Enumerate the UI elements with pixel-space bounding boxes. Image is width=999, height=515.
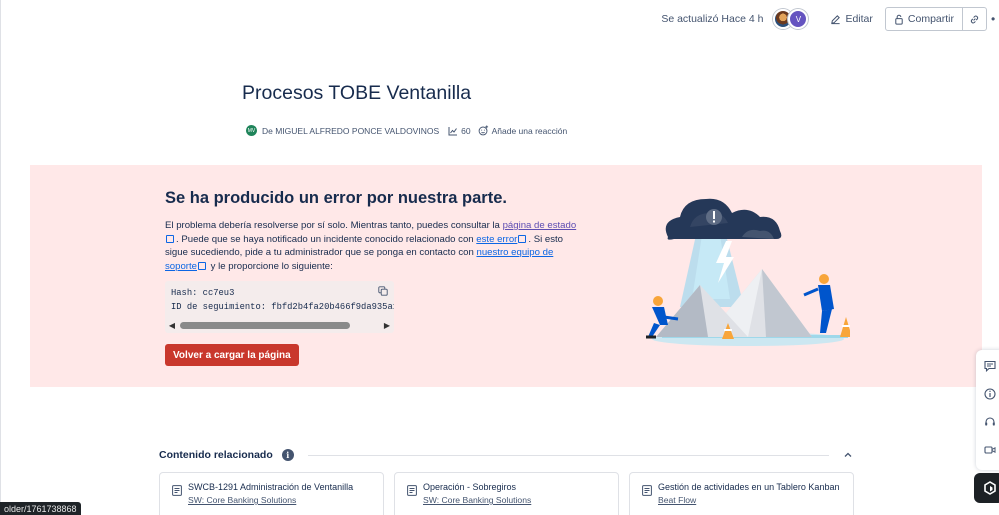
reload-page-button[interactable]: Volver a cargar la página: [165, 344, 299, 366]
add-reaction-button[interactable]: Añade una reacción: [478, 125, 568, 136]
error-illustration: [646, 198, 850, 346]
error-title: Se ha producido un error por nuestra par…: [165, 189, 507, 207]
error-text-4: y le proporcione lo siguiente:: [208, 260, 333, 272]
share-button[interactable]: Compartir: [886, 8, 962, 30]
rovo-icon: [984, 481, 996, 495]
add-reaction-label: Añade una reacción: [491, 125, 568, 136]
trace-id-line: ID de seguimiento: fbfd2b4fa20b466f9da93…: [171, 301, 394, 312]
page-icon: [172, 485, 182, 496]
related-card-space[interactable]: SW: Core Banking Solutions: [423, 495, 531, 505]
scroll-right-icon[interactable]: ▶: [382, 321, 392, 330]
scroll-track[interactable]: [177, 322, 382, 329]
analytics-icon: [448, 126, 458, 135]
copy-link-button[interactable]: [963, 8, 986, 30]
related-card-space[interactable]: SW: Core Banking Solutions: [188, 495, 296, 505]
error-details-code: Hash: cc7eu3 ID de seguimiento: fbfd2b4f…: [165, 281, 394, 333]
byline: MV De MIGUEL ALFREDO PONCE VALDOVINOS 60…: [246, 125, 567, 136]
side-toolbar: [976, 350, 999, 470]
last-updated-text: Se actualizó Hace 4 h: [661, 13, 764, 25]
more-actions-icon[interactable]: •: [991, 12, 999, 26]
related-content-header: Contenido relacionado i: [159, 446, 853, 464]
this-error-link[interactable]: este error: [476, 234, 517, 245]
share-label: Compartir: [907, 13, 954, 25]
scroll-left-icon[interactable]: ◀: [167, 321, 177, 330]
link-icon: [970, 15, 979, 23]
related-divider: [307, 454, 829, 456]
related-card-title[interactable]: Operación - Sobregiros: [423, 482, 516, 492]
views-number: 60: [461, 125, 471, 136]
external-link-icon: [198, 261, 206, 270]
error-panel: Se ha producido un error por nuestra par…: [30, 165, 982, 387]
author-text[interactable]: De MIGUEL ALFREDO PONCE VALDOVINOS: [262, 126, 439, 136]
page-icon: [642, 485, 652, 496]
emoji-add-icon: [478, 125, 488, 136]
link-preview-url: older/1761738868: [0, 502, 81, 515]
rovo-chat-button[interactable]: [974, 473, 999, 503]
code-lines: Hash: cc7eu3 ID de seguimiento: fbfd2b4f…: [171, 287, 394, 314]
error-message: El problema debería resolverse por sí so…: [165, 219, 580, 273]
views-count[interactable]: 60: [448, 125, 471, 136]
avatar-v[interactable]: V: [788, 9, 809, 29]
error-text-2: . Puede que se haya notificado un incide…: [176, 233, 477, 245]
contributors-avatars[interactable]: V: [773, 9, 809, 29]
external-link-icon: [166, 234, 174, 243]
page-title: Procesos TOBE Ventanilla: [242, 82, 472, 104]
related-card[interactable]: SWCB-1291 Administración de Ventanilla S…: [159, 472, 384, 515]
lock-icon: [895, 14, 903, 25]
headset-icon[interactable]: [984, 416, 996, 428]
info-icon[interactable]: i: [281, 449, 294, 461]
info-circle-icon[interactable]: [984, 388, 996, 400]
error-text-1: El problema debería resolverse por sí so…: [165, 220, 503, 231]
horizontal-scrollbar[interactable]: ◀ ▶: [167, 321, 392, 330]
comment-icon[interactable]: [984, 360, 996, 372]
edit-button[interactable]: Editar: [822, 7, 880, 31]
hash-line: Hash: cc7eu3: [171, 288, 235, 298]
copy-icon[interactable]: [378, 286, 388, 296]
related-card[interactable]: Gestión de actividades en un Tablero Kan…: [629, 472, 854, 515]
related-content-title: Contenido relacionado: [159, 449, 273, 461]
related-card-title[interactable]: Gestión de actividades en un Tablero Kan…: [658, 482, 839, 492]
scroll-thumb[interactable]: [180, 322, 350, 329]
related-card-title[interactable]: SWCB-1291 Administración de Ventanilla: [188, 482, 353, 492]
page-icon: [407, 485, 417, 496]
top-bar: Se actualizó Hace 4 h V Editar Compartir…: [661, 6, 999, 32]
author-avatar[interactable]: MV: [246, 125, 257, 136]
related-card[interactable]: Operación - Sobregiros SW: Core Banking …: [394, 472, 619, 515]
external-link-icon: [518, 234, 527, 243]
related-card-space[interactable]: Beat Flow: [658, 495, 696, 505]
edit-label: Editar: [845, 13, 873, 25]
status-page-link[interactable]: página de estado: [503, 220, 577, 231]
pencil-icon: [831, 14, 841, 24]
chevron-up-icon[interactable]: [843, 450, 853, 460]
left-divider: [0, 0, 1, 515]
share-group: Compartir: [884, 7, 987, 31]
video-icon[interactable]: [984, 444, 996, 456]
